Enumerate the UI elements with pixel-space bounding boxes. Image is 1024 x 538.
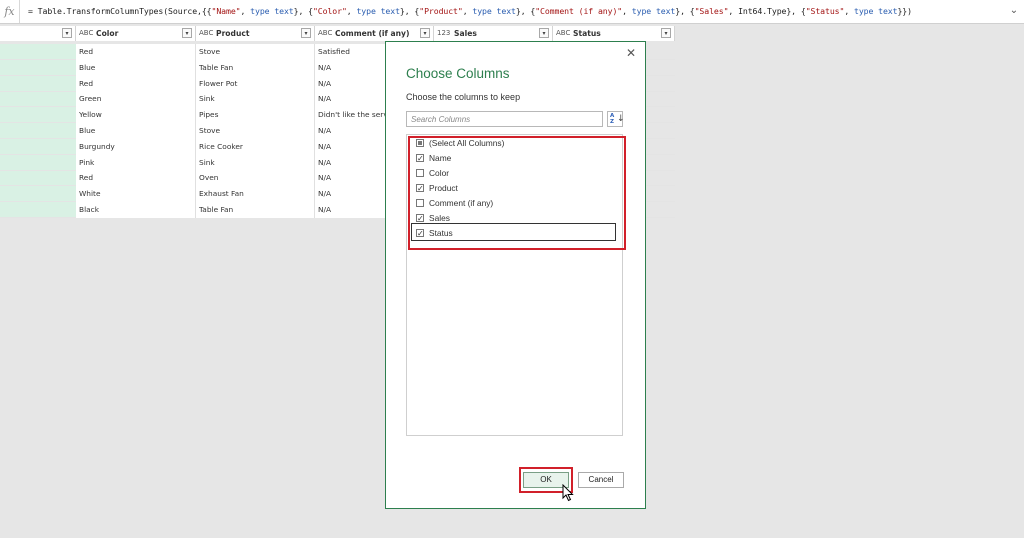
choose-columns-dialog: ✕ Choose Columns Choose the columns to k… <box>385 41 646 509</box>
checkbox-icon[interactable] <box>416 139 424 147</box>
column-header-label: Status <box>573 29 601 38</box>
column-option-label: Name <box>429 153 452 163</box>
dialog-title: Choose Columns <box>406 66 510 81</box>
table-cell[interactable]: Red <box>76 44 196 60</box>
column-header-label: Sales <box>454 29 477 38</box>
table-cell[interactable]: Flower Pot <box>196 75 315 92</box>
search-columns-input[interactable] <box>406 111 603 127</box>
table-cell[interactable]: Rice Cooker <box>196 138 315 155</box>
table-cell[interactable]: Stove <box>196 44 315 60</box>
formula-token: , <box>844 6 854 16</box>
table-cell[interactable]: Pipes <box>196 107 315 124</box>
column-type-icon[interactable]: ABC <box>79 26 93 41</box>
table-cell[interactable]: White <box>76 186 196 203</box>
table-cell[interactable]: Stove <box>196 123 315 139</box>
formula-prefix: = Table.TransformColumnTypes(Source,{{ <box>28 6 212 16</box>
column-filter-dropdown-icon[interactable]: ▾ <box>62 28 72 38</box>
column-header-label: Comment (if any) <box>335 29 410 38</box>
formula-token: type text <box>472 6 516 16</box>
column-option-label: Comment (if any) <box>429 198 494 208</box>
table-cell[interactable]: Burgundy <box>76 138 196 155</box>
table-cell[interactable]: Oven <box>196 170 315 187</box>
column-header-label: Color <box>96 29 119 38</box>
column-option-label: (Select All Columns) <box>429 138 505 148</box>
table-cell[interactable]: Table Fan <box>196 202 315 218</box>
column-header[interactable]: ABC Color ▾ <box>76 26 196 41</box>
close-icon[interactable]: ✕ <box>625 46 637 60</box>
expand-formula-icon[interactable]: ⌄ <box>1008 5 1020 17</box>
formula-token: , <box>622 6 632 16</box>
table-cell[interactable]: Red <box>76 170 196 187</box>
formula-token: }, { <box>675 6 695 16</box>
table-cell[interactable]: Sink <box>196 154 315 171</box>
column-header-row: ▾ ABC Color ▾ ABC Product ▾ ABC Comment (if any)… <box>0 26 675 41</box>
formula-token: "Sales" <box>694 6 729 16</box>
table-cell[interactable]: Pink <box>76 154 196 171</box>
column-header[interactable]: ABC Comment (if any) ▾ <box>315 26 434 41</box>
checkbox-icon[interactable] <box>416 152 424 166</box>
column-filter-dropdown-icon[interactable]: ▾ <box>182 28 192 38</box>
formula-token: "Color" <box>312 6 347 16</box>
formula-token: type text <box>854 6 898 16</box>
sort-arrow-icon: ↓ <box>617 114 625 124</box>
table-cell[interactable]: Exhaust Fan <box>196 186 315 203</box>
column-header[interactable]: 123 Sales ▾ <box>434 26 553 41</box>
formula-token: }}) <box>897 6 912 16</box>
checkbox-icon[interactable] <box>416 169 424 177</box>
dialog-subtitle: Choose the columns to keep <box>406 92 521 102</box>
formula-token: type text <box>250 6 294 16</box>
column-filter-dropdown-icon[interactable]: ▾ <box>661 28 671 38</box>
table-cell[interactable]: Blue <box>76 59 196 76</box>
focus-rectangle <box>411 223 616 241</box>
column-header[interactable]: ABC Product ▾ <box>196 26 315 41</box>
mouse-pointer-icon <box>562 484 574 502</box>
sort-az-button[interactable]: A Z ↓ <box>607 111 625 127</box>
table-cell[interactable]: Blue <box>76 123 196 139</box>
formula-token: "Product" <box>419 6 463 16</box>
table-cell[interactable]: Yellow <box>76 107 196 124</box>
formula-token: "Comment (if any)" <box>535 6 623 16</box>
table-cell[interactable]: Table Fan <box>196 59 315 76</box>
cancel-button[interactable]: Cancel <box>578 472 624 488</box>
column-option-label: Product <box>429 183 458 193</box>
column-filter-dropdown-icon[interactable]: ▾ <box>301 28 311 38</box>
formula-token: }, { <box>515 6 536 16</box>
formula-token: "Status" <box>805 6 845 16</box>
formula-text[interactable]: = Table.TransformColumnTypes(Source,{{"N… <box>28 0 912 23</box>
column-type-icon[interactable]: 123 <box>437 26 450 41</box>
column-option-label: Color <box>429 168 450 178</box>
formula-token: , Int64.Type}, { <box>728 6 806 16</box>
sort-az-icon: A Z <box>610 113 615 125</box>
column-type-icon[interactable]: ABC <box>318 26 332 41</box>
formula-token: , <box>240 6 251 16</box>
checkbox-icon[interactable] <box>416 212 424 226</box>
column-filter-dropdown-icon[interactable]: ▾ <box>420 28 430 38</box>
table-cell[interactable]: Red <box>76 75 196 92</box>
column-type-icon[interactable]: ABC <box>199 26 213 41</box>
column-type-icon[interactable]: ABC <box>556 26 570 41</box>
formula-token: type text <box>631 6 676 16</box>
formula-token: }, { <box>399 6 420 16</box>
formula-token: "Name" <box>211 6 241 16</box>
column-header[interactable]: ABC Status ▾ <box>553 26 675 41</box>
formula-token: , <box>462 6 473 16</box>
checkbox-icon[interactable] <box>416 182 424 196</box>
column-header-label: Product <box>216 29 250 38</box>
formula-token: type text <box>356 6 400 16</box>
formula-bar: fx = Table.TransformColumnTypes(Source,{… <box>0 0 1024 24</box>
formula-token: , <box>346 6 357 16</box>
formula-token: }, { <box>293 6 313 16</box>
table-cell[interactable]: Sink <box>196 91 315 108</box>
column-header[interactable]: ▾ <box>0 26 76 41</box>
column-filter-dropdown-icon[interactable]: ▾ <box>539 28 549 38</box>
table-cell[interactable]: Green <box>76 91 196 108</box>
table-cell[interactable]: Black <box>76 202 196 218</box>
fx-icon[interactable]: fx <box>0 0 20 23</box>
checkbox-icon[interactable] <box>416 199 424 207</box>
